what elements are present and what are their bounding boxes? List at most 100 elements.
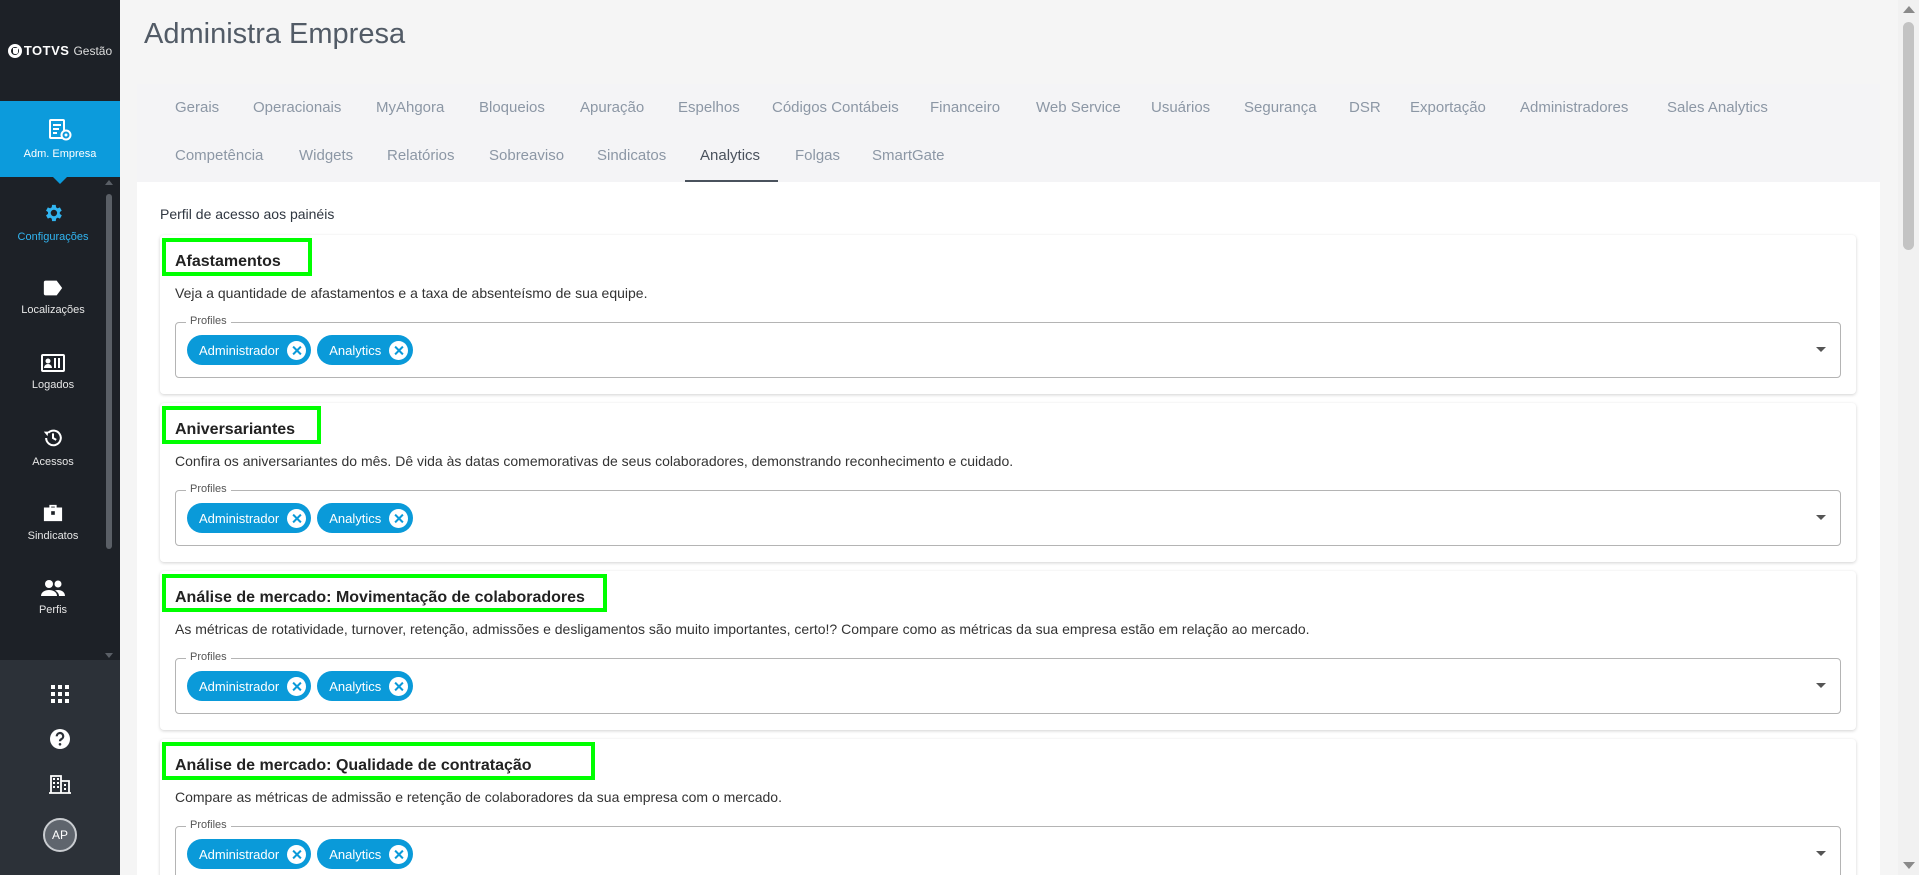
sidebar-item-sindicatos[interactable]: Sindicatos (0, 485, 106, 560)
remove-chip-icon[interactable] (389, 676, 409, 696)
profile-chip[interactable]: Administrador (187, 503, 312, 533)
section-title: Perfil de acesso aos painéis (160, 206, 335, 222)
profile-chips: Administrador Analytics (187, 839, 414, 869)
card-description: Veja a quantidade de afastamentos e a ta… (175, 285, 648, 301)
tab-espelhos[interactable]: Espelhos (678, 99, 740, 116)
chip-label: Analytics (329, 510, 382, 526)
profile-chips: Administrador Analytics (187, 335, 414, 365)
profiles-label: Profiles (186, 651, 231, 663)
card-description: As métricas de rotatividade, turnover, r… (175, 621, 1310, 637)
chip-label: Analytics (329, 846, 382, 862)
tab-codigos-contabeis[interactable]: Códigos Contábeis (772, 99, 899, 116)
dropdown-arrow-icon[interactable] (1816, 347, 1826, 352)
tab-relatorios[interactable]: Relatórios (387, 147, 455, 164)
dropdown-arrow-icon[interactable] (1816, 851, 1826, 856)
gear-icon (46, 204, 62, 222)
tab-operacionais[interactable]: Operacionais (253, 99, 341, 116)
profile-chip[interactable]: Administrador (187, 335, 312, 365)
dropdown-arrow-icon[interactable] (1816, 683, 1826, 688)
sidebar-item-perfis[interactable]: Perfis (0, 560, 106, 635)
tab-sales-analytics[interactable]: Sales Analytics (1667, 99, 1768, 116)
tab-competencia[interactable]: Competência (175, 147, 263, 164)
tab-analytics[interactable]: Analytics (700, 147, 760, 164)
scroll-up-icon[interactable] (105, 180, 113, 185)
avatar[interactable]: AP (43, 818, 77, 852)
sidebar-item-acessos[interactable]: Acessos (0, 410, 106, 485)
tab-sobreaviso[interactable]: Sobreaviso (489, 147, 564, 164)
tab-administradores[interactable]: Administradores (1520, 99, 1628, 116)
tab-apuracao[interactable]: Apuração (580, 99, 644, 116)
sidebar-item-label: Configurações (17, 231, 89, 243)
badge-icon (41, 354, 65, 372)
remove-chip-icon[interactable] (287, 340, 307, 360)
tab-folgas[interactable]: Folgas (795, 147, 840, 164)
profiles-select[interactable]: Profiles Administrador Analytics (175, 483, 1841, 546)
chip-label: Analytics (329, 342, 382, 358)
scroll-up-icon[interactable] (1903, 6, 1915, 13)
profile-chips: Administrador Analytics (187, 671, 414, 701)
tab-exportacao[interactable]: Exportação (1410, 99, 1486, 116)
profile-chip[interactable]: Analytics (317, 335, 414, 365)
tab-usuarios[interactable]: Usuários (1151, 99, 1210, 116)
app-logo[interactable]: TOTVS Gestão (0, 0, 120, 101)
card-title: Análise de mercado: Movimentação de cola… (175, 589, 585, 606)
card-title: Afastamentos (175, 253, 281, 270)
remove-chip-icon[interactable] (287, 844, 307, 864)
remove-chip-icon[interactable] (389, 508, 409, 528)
tab-financeiro[interactable]: Financeiro (930, 99, 1000, 116)
building-icon[interactable] (49, 774, 71, 794)
remove-chip-icon[interactable] (287, 676, 307, 696)
tab-myahgora[interactable]: MyAhgora (376, 99, 444, 116)
tab-web-service[interactable]: Web Service (1036, 99, 1121, 116)
tab-seguranca[interactable]: Segurança (1244, 99, 1317, 116)
tab-sindicatos[interactable]: Sindicatos (597, 147, 666, 164)
sidebar-scroll-thumb[interactable] (106, 194, 112, 549)
tab-smartgate[interactable]: SmartGate (872, 147, 945, 164)
apps-grid-icon[interactable] (50, 684, 70, 704)
tab-widgets[interactable]: Widgets (299, 147, 353, 164)
analytics-panel: Perfil de acesso aos painéis Afastamento… (137, 182, 1880, 875)
sidebar-scrollbar[interactable] (104, 178, 114, 660)
chip-label: Administrador (199, 678, 280, 694)
history-icon (43, 429, 62, 447)
panel-card-qualidade: Análise de mercado: Qualidade de contrat… (160, 739, 1856, 875)
help-icon[interactable] (49, 728, 71, 750)
tab-gerais[interactable]: Gerais (175, 99, 219, 116)
totvs-logo-icon (7, 43, 22, 58)
scroll-down-icon[interactable] (105, 653, 113, 658)
sidebar-item-label: Perfis (38, 604, 68, 616)
panel-card-aniversariantes: Aniversariantes Confira os aniversariant… (160, 403, 1856, 562)
profile-chip[interactable]: Administrador (187, 839, 312, 869)
remove-chip-icon[interactable] (287, 508, 307, 528)
profile-chip[interactable]: Analytics (317, 503, 414, 533)
profiles-select[interactable]: Profiles Administrador Analytics (175, 651, 1841, 714)
sidebar-item-logados[interactable]: Logados (0, 335, 106, 410)
remove-chip-icon[interactable] (389, 340, 409, 360)
tab-dsr[interactable]: DSR (1349, 99, 1381, 116)
page-scroll-thumb[interactable] (1903, 22, 1914, 250)
sidebar-item-label: Localizações (21, 304, 85, 316)
sidebar-item-adm-empresa[interactable]: Adm. Empresa (0, 101, 120, 184)
sidebar: TOTVS Gestão Adm. Empresa Configurações (0, 0, 120, 875)
profiles-select[interactable]: Profiles Administrador Analytics (175, 315, 1841, 378)
profiles-label: Profiles (186, 819, 231, 831)
remove-chip-icon[interactable] (389, 844, 409, 864)
profiles-label: Profiles (186, 315, 231, 327)
tab-bloqueios[interactable]: Bloqueios (479, 99, 545, 116)
profiles-select[interactable]: Profiles Administrador Analytics (175, 819, 1841, 875)
profile-chip[interactable]: Analytics (317, 839, 414, 869)
logo-suffix: Gestão (73, 43, 113, 58)
sidebar-bottom: AP (0, 660, 120, 875)
profile-chip[interactable]: Analytics (317, 671, 414, 701)
chip-label: Administrador (199, 510, 280, 526)
chip-label: Administrador (199, 846, 280, 862)
page-scrollbar[interactable] (1898, 0, 1919, 875)
scroll-down-icon[interactable] (1903, 862, 1915, 869)
sidebar-item-label: Acessos (32, 456, 74, 468)
sidebar-item-localizacoes[interactable]: Localizações (0, 260, 106, 335)
briefcase-icon (43, 504, 63, 522)
profile-chip[interactable]: Administrador (187, 671, 312, 701)
sidebar-item-configuracoes[interactable]: Configurações (0, 185, 106, 260)
page-title: Administra Empresa (144, 18, 406, 50)
dropdown-arrow-icon[interactable] (1816, 515, 1826, 520)
